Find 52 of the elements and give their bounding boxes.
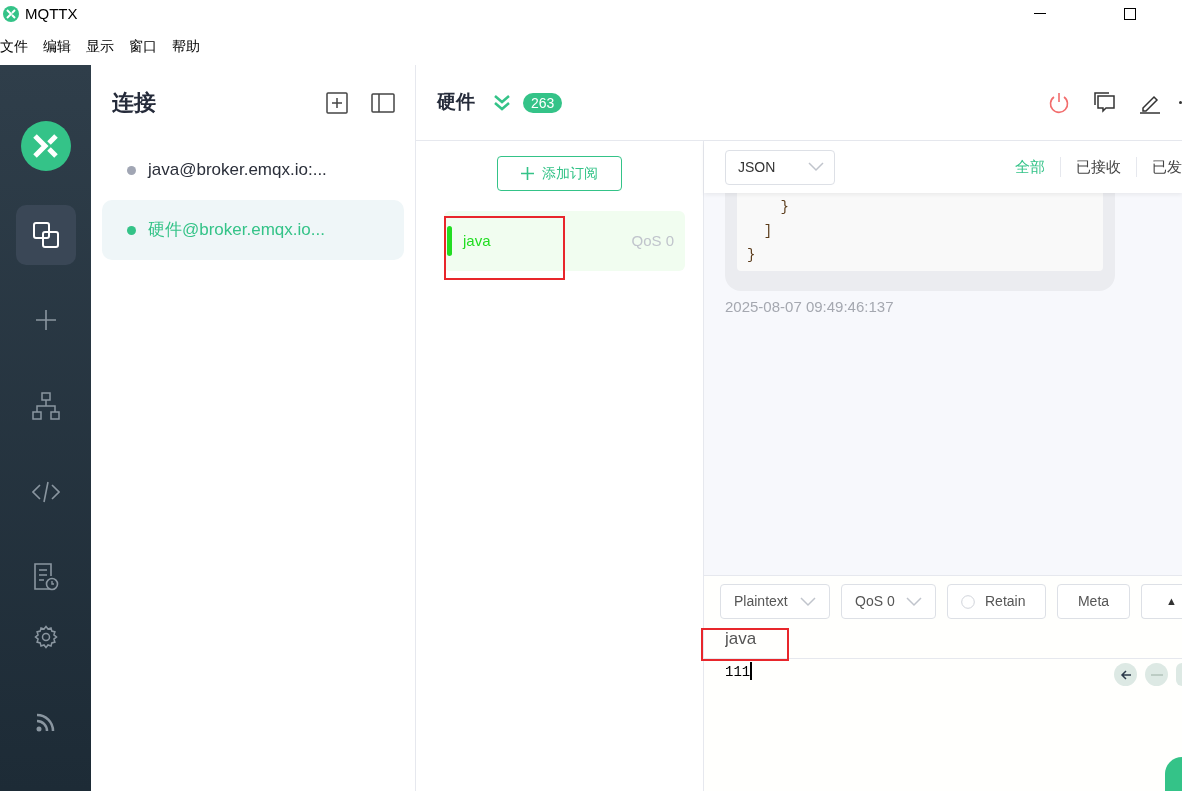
chevron-down-icon (800, 596, 816, 607)
meta-button[interactable]: Meta (1057, 584, 1130, 619)
menu-item[interactable]: 文件 (0, 36, 28, 57)
message-count-badge: 263 (523, 92, 563, 113)
settings-icon (33, 625, 58, 649)
minus-icon (1150, 673, 1163, 676)
app-logo-icon (20, 121, 71, 171)
filter-tab[interactable]: 已接收 (1076, 155, 1121, 179)
connection-item[interactable]: java@broker.emqx.io:... (102, 140, 404, 200)
message-timestamp: 2025-08-07 09:49:46:137 (725, 297, 895, 317)
add-icon[interactable] (326, 91, 348, 114)
connection-name: java@broker.emqx.io:... (148, 159, 327, 182)
chat-icon[interactable] (1093, 90, 1117, 115)
qos-dropdown[interactable]: QoS 0 (841, 584, 936, 619)
menu-item[interactable]: 窗口 (129, 36, 157, 57)
chevron-down-icon (906, 596, 922, 607)
subscription-topic: java (463, 230, 491, 251)
copy-squares-icon (31, 221, 60, 249)
subscription-qos: QoS 0 (631, 230, 674, 251)
plus-icon (34, 309, 57, 331)
filter-tab[interactable]: 已发 (1152, 155, 1182, 179)
maximize-icon[interactable] (1124, 8, 1136, 20)
hierarchy-icon (31, 392, 60, 420)
sidebar-toggle-icon[interactable] (371, 92, 395, 113)
payload-format-dropdown[interactable]: Plaintext (720, 584, 830, 619)
radio-icon (961, 594, 975, 609)
menu-item[interactable]: 编辑 (43, 36, 71, 57)
menu-item[interactable]: 显示 (86, 36, 114, 57)
plus-icon (521, 167, 534, 180)
power-icon[interactable] (1048, 91, 1070, 114)
rss-icon (35, 712, 56, 732)
connection-name: 硬件@broker.emqx.io... (148, 219, 325, 242)
topic-field[interactable]: java (704, 625, 1004, 652)
app-logo-icon (3, 6, 19, 22)
window-title: MQTTX (25, 3, 78, 24)
panel-title: 连接 (112, 89, 156, 117)
payload-field[interactable]: 111 (725, 662, 751, 683)
connection-title: 硬件 (437, 90, 475, 115)
document-clock-icon (32, 563, 59, 591)
format-dropdown[interactable]: JSON (725, 149, 835, 185)
message-payload: } ] } (737, 193, 1103, 271)
menu-item[interactable]: 帮助 (172, 36, 200, 57)
nav-button[interactable] (15, 205, 76, 265)
chevron-down-icon (808, 162, 824, 172)
expand-button[interactable]: ▲ (1141, 584, 1182, 619)
code-icon (31, 481, 60, 503)
text-cursor (750, 662, 753, 680)
retain-checkbox[interactable]: Retain (947, 584, 1046, 619)
more-icon[interactable] (1179, 101, 1182, 104)
arrow-left-icon (1119, 668, 1132, 681)
back-button[interactable] (1114, 663, 1137, 686)
minimize-icon[interactable] (1034, 13, 1046, 15)
